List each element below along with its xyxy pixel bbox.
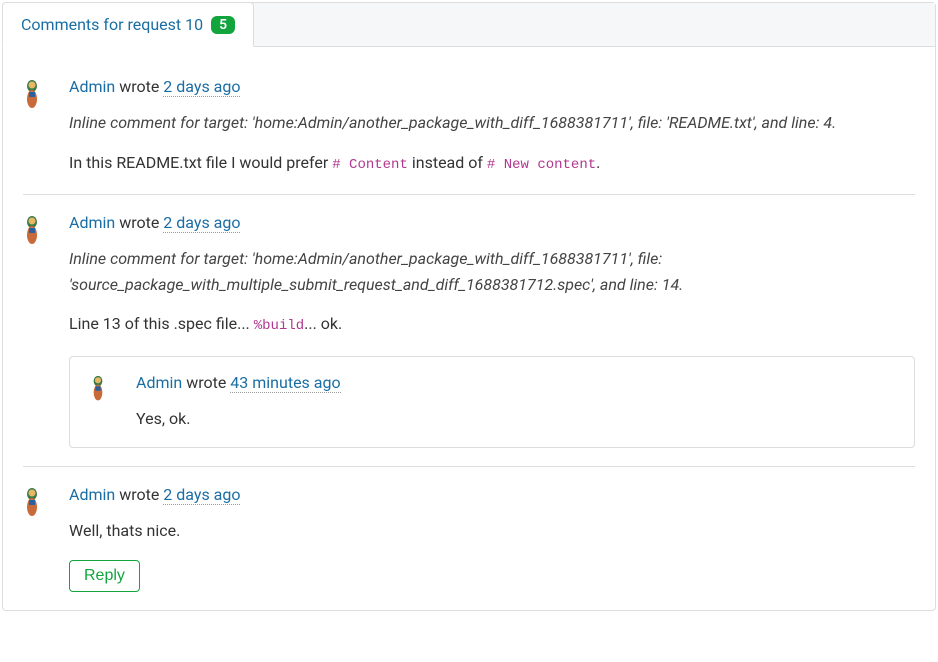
- avatar: [23, 215, 47, 448]
- ctx-prefix: Inline comment for target: ': [69, 113, 255, 132]
- ctx-suffix: ', and line:: [590, 275, 662, 294]
- ctx-target: home:Admin/another_package_with_diff_168…: [255, 113, 628, 132]
- nested-reply: Admin wrote 43 minutes ago Yes, ok.: [69, 356, 915, 449]
- comments-content: Admin wrote 2 days ago Inline comment fo…: [3, 47, 935, 610]
- comment-body: Admin wrote 2 days ago Inline comment fo…: [69, 77, 915, 176]
- ctx-mid: ', file: ': [628, 113, 669, 132]
- author-link[interactable]: Admin: [69, 77, 115, 96]
- ctx-target: home:Admin/another_package_with_diff_168…: [255, 249, 628, 268]
- comment: Admin wrote 2 days ago Inline comment fo…: [23, 194, 915, 466]
- wrote-label: wrote: [119, 77, 159, 96]
- text-part: ... ok.: [304, 314, 342, 333]
- wrote-label: wrote: [119, 213, 159, 232]
- comment: Admin wrote 2 days ago Inline comment fo…: [23, 67, 915, 194]
- reply-body: Admin wrote 43 minutes ago Yes, ok.: [136, 373, 894, 432]
- comment-text: In this README.txt file I would prefer #…: [69, 150, 915, 176]
- text-part: In this README.txt file I would prefer: [69, 153, 332, 172]
- avatar: [23, 487, 47, 592]
- comment: Admin wrote 2 days ago Well, thats nice.…: [23, 466, 915, 610]
- timestamp[interactable]: 2 days ago: [163, 77, 240, 97]
- ctx-end: .: [679, 275, 683, 294]
- comment-text: Yes, ok.: [136, 406, 894, 432]
- reply-button[interactable]: Reply: [69, 560, 140, 592]
- author-link[interactable]: Admin: [69, 485, 115, 504]
- tab-label: Comments for request 10: [21, 15, 203, 34]
- ctx-line: 4: [823, 113, 832, 132]
- tab-comments[interactable]: Comments for request 10 5: [2, 2, 254, 47]
- timestamp[interactable]: 43 minutes ago: [230, 373, 340, 393]
- ctx-file: source_package_with_multiple_submit_requ…: [71, 275, 590, 294]
- comments-panel: Comments for request 10 5 Admin wrote 2 …: [2, 2, 936, 611]
- avatar: [23, 79, 47, 176]
- comment-text: Line 13 of this .spec file... %build... …: [69, 311, 915, 337]
- timestamp[interactable]: 2 days ago: [163, 213, 240, 233]
- comment-meta: Admin wrote 2 days ago: [69, 77, 915, 96]
- comment-meta: Admin wrote 2 days ago: [69, 213, 915, 232]
- avatar: [90, 375, 114, 432]
- code-snippet: # Content: [332, 157, 408, 173]
- ctx-end: .: [832, 113, 836, 132]
- comment-body: Admin wrote 2 days ago Well, thats nice.…: [69, 485, 915, 592]
- wrote-label: wrote: [186, 373, 226, 392]
- wrote-label: wrote: [119, 485, 159, 504]
- comment-meta: Admin wrote 43 minutes ago: [136, 373, 894, 392]
- code-snippet: %build: [254, 318, 304, 334]
- timestamp[interactable]: 2 days ago: [163, 485, 240, 505]
- comments-count-badge: 5: [211, 16, 235, 34]
- ctx-file: README.txt: [669, 113, 752, 132]
- ctx-prefix: Inline comment for target: ': [69, 249, 255, 268]
- inline-comment-context: Inline comment for target: 'home:Admin/a…: [69, 246, 915, 297]
- author-link[interactable]: Admin: [69, 213, 115, 232]
- inline-comment-context: Inline comment for target: 'home:Admin/a…: [69, 110, 915, 136]
- comment-text: Well, thats nice.: [69, 518, 915, 544]
- author-link[interactable]: Admin: [136, 373, 182, 392]
- comment-meta: Admin wrote 2 days ago: [69, 485, 915, 504]
- ctx-line: 14: [662, 275, 679, 294]
- text-part: Line 13 of this .spec file...: [69, 314, 254, 333]
- comment-body: Admin wrote 2 days ago Inline comment fo…: [69, 213, 915, 448]
- ctx-suffix: ', and line:: [752, 113, 824, 132]
- text-part: instead of: [408, 153, 487, 172]
- text-part: .: [596, 153, 600, 172]
- tab-bar: Comments for request 10 5: [3, 3, 935, 47]
- code-snippet: # New content: [487, 157, 596, 173]
